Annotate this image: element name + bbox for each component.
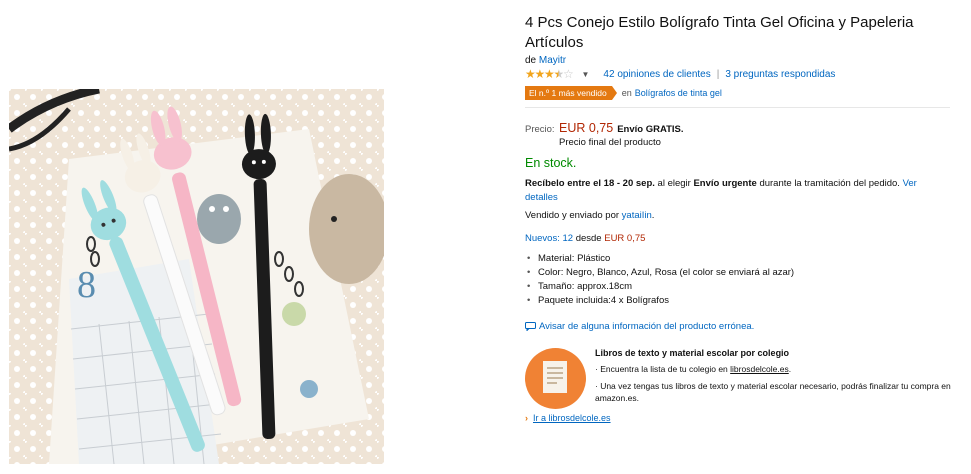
delivery-method: Envío urgente <box>693 178 757 189</box>
delivery-mid: al elegir <box>657 178 691 189</box>
delivery-date: Recíbelo entre el 18 - 20 sep. <box>525 178 655 189</box>
new-offers-from: desde <box>575 233 602 244</box>
promo-line-2: · Una vez tengas tus libros de texto y m… <box>595 381 951 403</box>
stock-status: En stock. <box>525 156 577 170</box>
new-offers-price: EUR 0,75 <box>604 233 646 244</box>
shipping-label: Envío GRATIS. <box>617 124 684 135</box>
bestseller-row: El n.º 1 más vendido en Bolígrafos de ti… <box>525 86 722 100</box>
star-icon: ★ <box>544 67 555 81</box>
reviews-link[interactable]: 42 opiniones de clientes <box>603 69 710 80</box>
promo-line-1-text: · Encuentra la lista de tu colegio en <box>595 364 728 374</box>
go-librosdelcole-row: › Ir a librosdelcole.es <box>525 413 611 423</box>
badge-category-link[interactable]: Bolígrafos de tinta gel <box>635 88 722 98</box>
librosdelcole-link[interactable]: librosdelcole.es <box>730 364 789 374</box>
star-icon: ★ <box>534 67 546 81</box>
rating-row: ★ ★ ★ ★ ☆ ▼ 42 opiniones de clientes | 3… <box>525 67 835 81</box>
brand-line: de Mayitr <box>525 55 566 66</box>
brand-prefix: de <box>525 55 537 66</box>
questions-link[interactable]: 3 preguntas respondidas <box>725 69 835 80</box>
divider <box>525 107 950 108</box>
feature-item: Color: Negro, Blanco, Azul, Rosa (el col… <box>525 266 794 280</box>
feature-item: Paquete incluida:4 x Bolígrafos <box>525 294 794 308</box>
chat-bubble-icon <box>525 322 536 331</box>
chevron-down-icon[interactable]: ▼ <box>582 70 590 79</box>
seller-link[interactable]: yataiIin <box>622 210 652 221</box>
brand-link[interactable]: Mayitr <box>539 55 566 66</box>
feature-item: Material: Plástico <box>525 252 794 266</box>
go-librosdelcole-link[interactable]: Ir a librosdelcole.es <box>533 413 611 423</box>
report-info-row: Avisar de alguna información del product… <box>525 321 754 332</box>
badge-in-label: en <box>621 88 632 98</box>
school-promo: Libros de texto y material escolar por c… <box>525 343 965 409</box>
star-rating[interactable]: ★ ★ ★ ★ ☆ <box>525 67 574 81</box>
star-icon: ☆ <box>563 67 574 81</box>
new-offers-link[interactable]: Nuevos: 12 <box>525 233 573 244</box>
svg-text:8: 8 <box>77 264 96 306</box>
feature-item: Tamaño: approx.18cm <box>525 280 794 294</box>
arrow-right-icon: › <box>525 413 528 423</box>
star-icon: ★ <box>525 67 536 81</box>
new-offers: Nuevos: 12 desde EUR 0,75 <box>525 233 645 244</box>
promo-title: Libros de texto y material escolar por c… <box>595 348 790 358</box>
final-price-note: Precio final del producto <box>559 137 661 148</box>
price-value: EUR 0,75 <box>559 121 614 135</box>
delivery-rest: durante la tramitación del pedido. <box>759 178 900 189</box>
book-list-icon <box>525 348 586 409</box>
price-row: Precio: EUR 0,75 Envío GRATIS. <box>525 121 684 135</box>
product-image[interactable]: 8 <box>9 89 384 464</box>
separator: | <box>716 68 720 80</box>
star-icon: ★ <box>553 67 565 81</box>
product-photo: 8 <box>9 89 384 464</box>
product-title: 4 Pcs Conejo Estilo Bolígrafo Tinta Gel … <box>525 14 914 51</box>
seller-prefix: Vendido y enviado por <box>525 210 620 221</box>
price-label: Precio: <box>525 124 555 135</box>
delivery-info: Recíbelo entre el 18 - 20 sep. al elegir… <box>525 177 945 205</box>
report-info-link[interactable]: Avisar de alguna información del product… <box>539 321 754 332</box>
seller-info: Vendido y enviado por yataiIin. <box>525 210 655 221</box>
promo-line-1: · Encuentra la lista de tu colegio en li… <box>595 364 792 374</box>
feature-list: Material: Plástico Color: Negro, Blanco,… <box>525 252 794 308</box>
bestseller-badge[interactable]: El n.º 1 más vendido <box>525 86 617 100</box>
